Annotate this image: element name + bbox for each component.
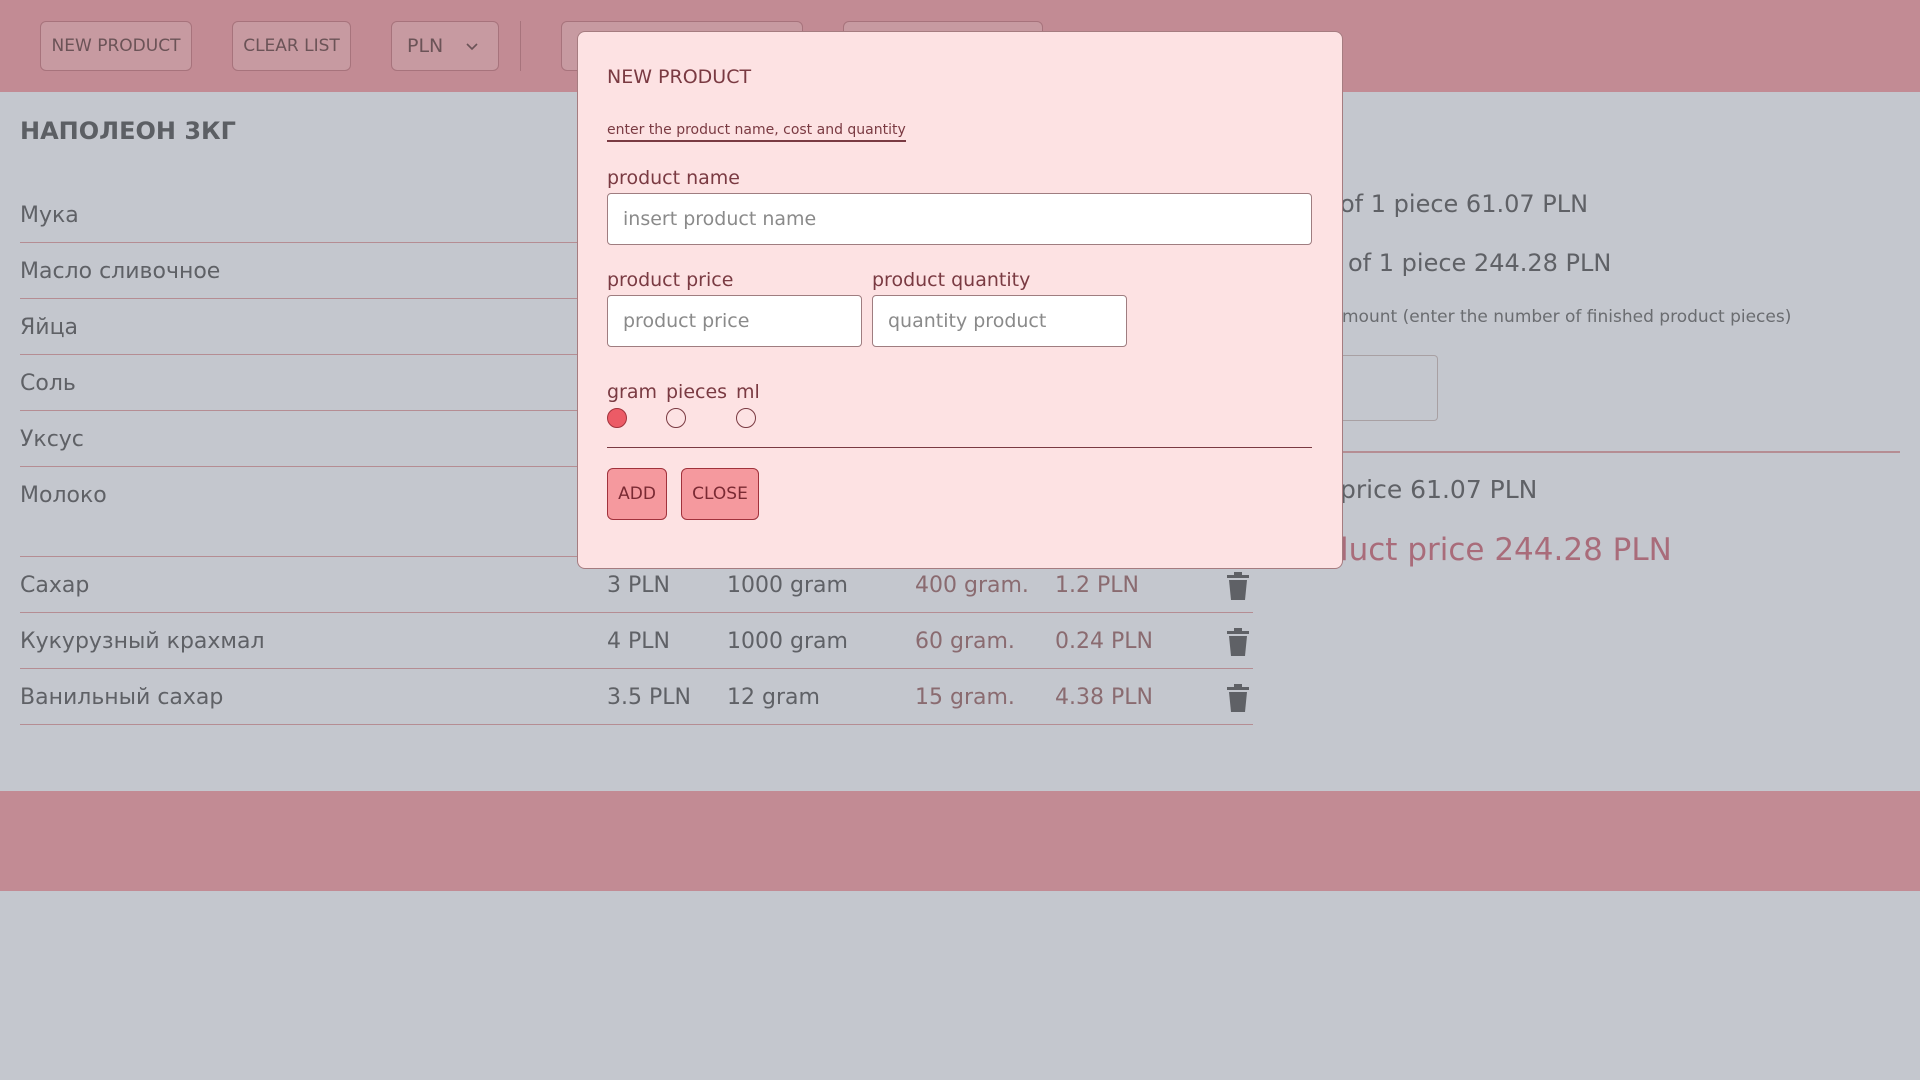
summary-divider xyxy=(1340,451,1900,453)
pieces-amount-input[interactable] xyxy=(1340,355,1438,421)
ingredient-name: Кукурузный крахмал xyxy=(20,629,265,654)
currency-value: PLN xyxy=(407,35,444,57)
ingredient-package: 1000 gram xyxy=(727,573,848,598)
add-button[interactable]: ADD xyxy=(607,468,667,520)
price-per-piece: of 1 piece 61.07 PLN xyxy=(1340,190,1589,218)
ingredient-cost: 4.38 PLN xyxy=(1055,685,1153,710)
unit-pieces-label: pieces xyxy=(666,381,728,403)
ingredient-name: Молоко xyxy=(20,483,107,508)
ingredient-name: Сахар xyxy=(20,573,90,598)
toolbar-divider xyxy=(520,21,521,71)
chevron-down-icon xyxy=(466,43,478,51)
trash-icon[interactable] xyxy=(1226,572,1250,600)
trash-icon[interactable] xyxy=(1226,628,1250,656)
unit-pieces-radio[interactable] xyxy=(666,408,686,428)
ingredient-name: Уксус xyxy=(20,427,84,452)
ingredient-package: 12 gram xyxy=(727,685,820,710)
unit-gram-label: gram xyxy=(607,381,658,403)
currency-select[interactable]: PLN xyxy=(391,21,499,71)
product-quantity-label: product quantity xyxy=(872,269,1031,291)
product-name-input[interactable] xyxy=(607,193,1312,245)
product-price: price 61.07 PLN xyxy=(1340,475,1538,504)
ingredient-name: Мука xyxy=(20,203,79,228)
ingredient-price: 4 PLN xyxy=(607,629,670,654)
dialog-divider xyxy=(607,447,1312,448)
ingredient-used: 15 gram. xyxy=(915,685,1015,710)
ingredient-price: 3.5 PLN xyxy=(607,685,691,710)
ingredient-used: 60 gram. xyxy=(915,629,1015,654)
ingredient-name: Яйца xyxy=(20,315,79,340)
unit-gram-radio[interactable] xyxy=(607,408,627,428)
total-per-piece: of 1 piece 244.28 PLN xyxy=(1348,249,1612,277)
ingredient-used: 400 gram. xyxy=(915,573,1029,598)
ingredient-package: 1000 gram xyxy=(727,629,848,654)
product-name-label: product name xyxy=(607,167,740,189)
ingredient-row: Ванильный сахар 3.5 PLN 12 gram 15 gram.… xyxy=(20,669,1253,725)
unit-ml-radio[interactable] xyxy=(736,408,756,428)
recipe-title: НАПОЛЕОН 3КГ xyxy=(20,117,236,145)
amount-hint: mount (enter the number of finished prod… xyxy=(1342,307,1792,327)
ingredient-name: Ванильный сахар xyxy=(20,685,224,710)
new-product-button[interactable]: NEW PRODUCT xyxy=(40,21,192,71)
ingredient-cost: 0.24 PLN xyxy=(1055,629,1153,654)
trash-icon[interactable] xyxy=(1226,684,1250,712)
footer xyxy=(0,791,1920,891)
product-price-label: product price xyxy=(607,269,734,291)
dialog-subtitle: enter the product name, cost and quantit… xyxy=(607,122,906,142)
ingredient-price: 3 PLN xyxy=(607,573,670,598)
close-button[interactable]: CLOSE xyxy=(681,468,759,520)
new-product-dialog: NEW PRODUCT enter the product name, cost… xyxy=(577,31,1343,569)
ingredient-name: Масло сливочное xyxy=(20,259,221,284)
ingredient-cost: 1.2 PLN xyxy=(1055,573,1139,598)
unit-ml-label: ml xyxy=(736,381,760,403)
ingredient-row: Кукурузный крахмал 4 PLN 1000 gram 60 gr… xyxy=(20,613,1253,669)
product-quantity-input[interactable] xyxy=(872,295,1127,347)
total-product-price: luct price 244.28 PLN xyxy=(1340,532,1672,568)
product-price-input[interactable] xyxy=(607,295,862,347)
dialog-title: NEW PRODUCT xyxy=(607,66,752,88)
clear-list-button[interactable]: CLEAR LIST xyxy=(232,21,351,71)
ingredient-name: Соль xyxy=(20,371,76,396)
